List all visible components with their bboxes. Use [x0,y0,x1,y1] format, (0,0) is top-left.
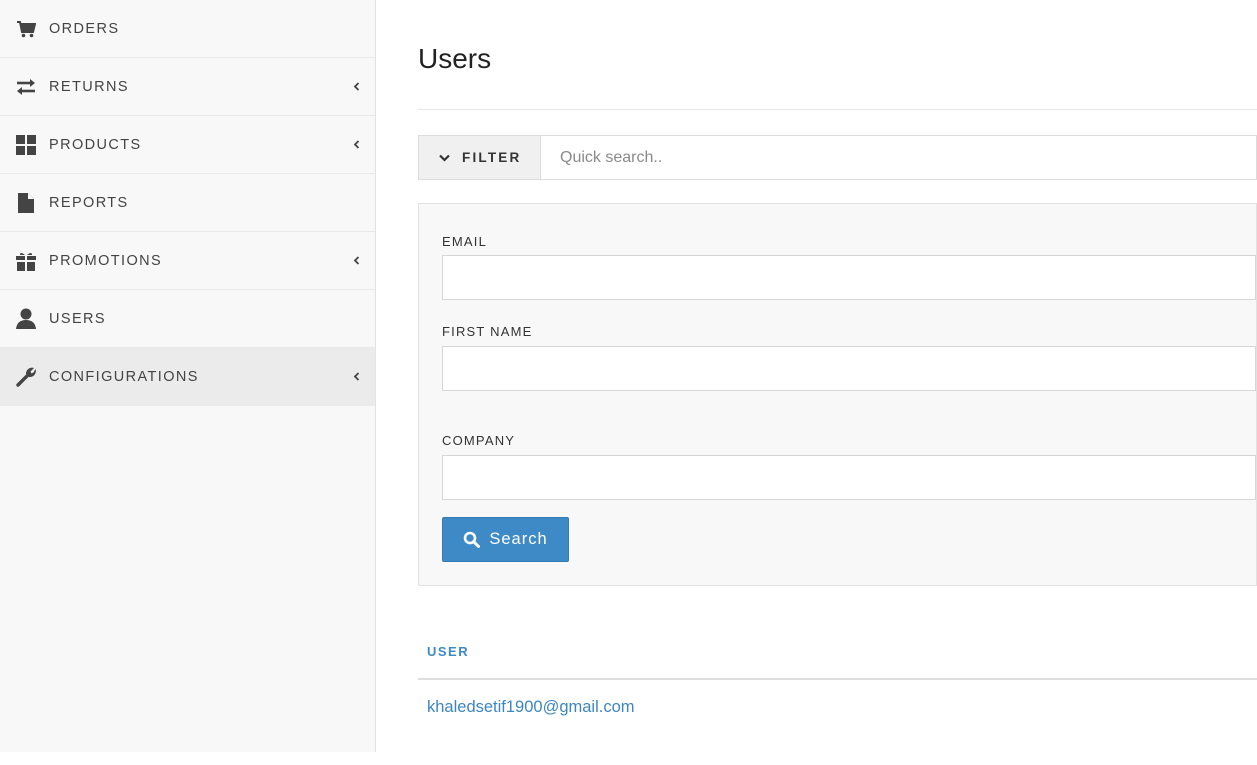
sidebar-item-products[interactable]: PRODUCTS [0,116,375,174]
chevron-left-icon [351,82,361,92]
filter-toggle-button[interactable]: FILTER [419,136,541,179]
sidebar: ORDERS RETURNS PRODUCTS REPORTS PROMOTIO… [0,0,376,752]
email-label: EMAIL [442,234,488,249]
sidebar-item-label: PROMOTIONS [49,252,163,269]
sidebar-item-label: CONFIGURATIONS [49,368,199,385]
divider [418,109,1257,110]
chevron-left-icon [351,140,361,150]
user-email-link[interactable]: khaledsetif1900@gmail.com [427,698,635,717]
sidebar-item-label: REPORTS [49,194,129,211]
chevron-left-icon [351,256,361,266]
user-icon [15,308,37,330]
first-name-label: FIRST NAME [442,324,533,339]
sidebar-item-promotions[interactable]: PROMOTIONS [0,232,375,290]
cart-icon [15,18,37,40]
swap-arrows-icon [15,76,37,98]
filter-panel: EMAIL FIRST NAME COMPANY Search [418,203,1257,586]
chevron-left-icon [351,372,361,382]
company-field[interactable] [442,455,1256,500]
sidebar-item-label: USERS [49,310,106,327]
email-field[interactable] [442,255,1256,300]
table-header-user[interactable]: USER [427,644,469,659]
quick-search-input[interactable] [541,136,1256,179]
first-name-field[interactable] [442,346,1256,391]
filter-label: FILTER [462,150,522,165]
sidebar-item-reports[interactable]: REPORTS [0,174,375,232]
sidebar-item-configurations[interactable]: CONFIGURATIONS [0,348,375,406]
chevron-down-icon [439,154,450,162]
company-label: COMPANY [442,433,516,448]
page-title: Users [418,43,492,74]
filter-bar: FILTER [418,135,1257,180]
sidebar-item-label: PRODUCTS [49,136,142,153]
sidebar-item-users[interactable]: USERS [0,290,375,348]
wrench-icon [15,366,37,388]
document-icon [15,192,37,214]
sidebar-item-orders[interactable]: ORDERS [0,0,375,58]
sidebar-item-returns[interactable]: RETURNS [0,58,375,116]
search-icon [463,531,481,548]
gift-icon [15,250,37,272]
sidebar-item-label: ORDERS [49,20,120,37]
grid-icon [15,134,37,156]
search-button-label: Search [489,530,548,548]
sidebar-item-label: RETURNS [49,78,129,95]
main-content: Users FILTER EMAIL FIRST NAME COMPANY [418,0,1257,765]
app-root: ORDERS RETURNS PRODUCTS REPORTS PROMOTIO… [0,0,1257,765]
search-button[interactable]: Search [442,517,569,562]
table-header-divider [418,678,1257,680]
